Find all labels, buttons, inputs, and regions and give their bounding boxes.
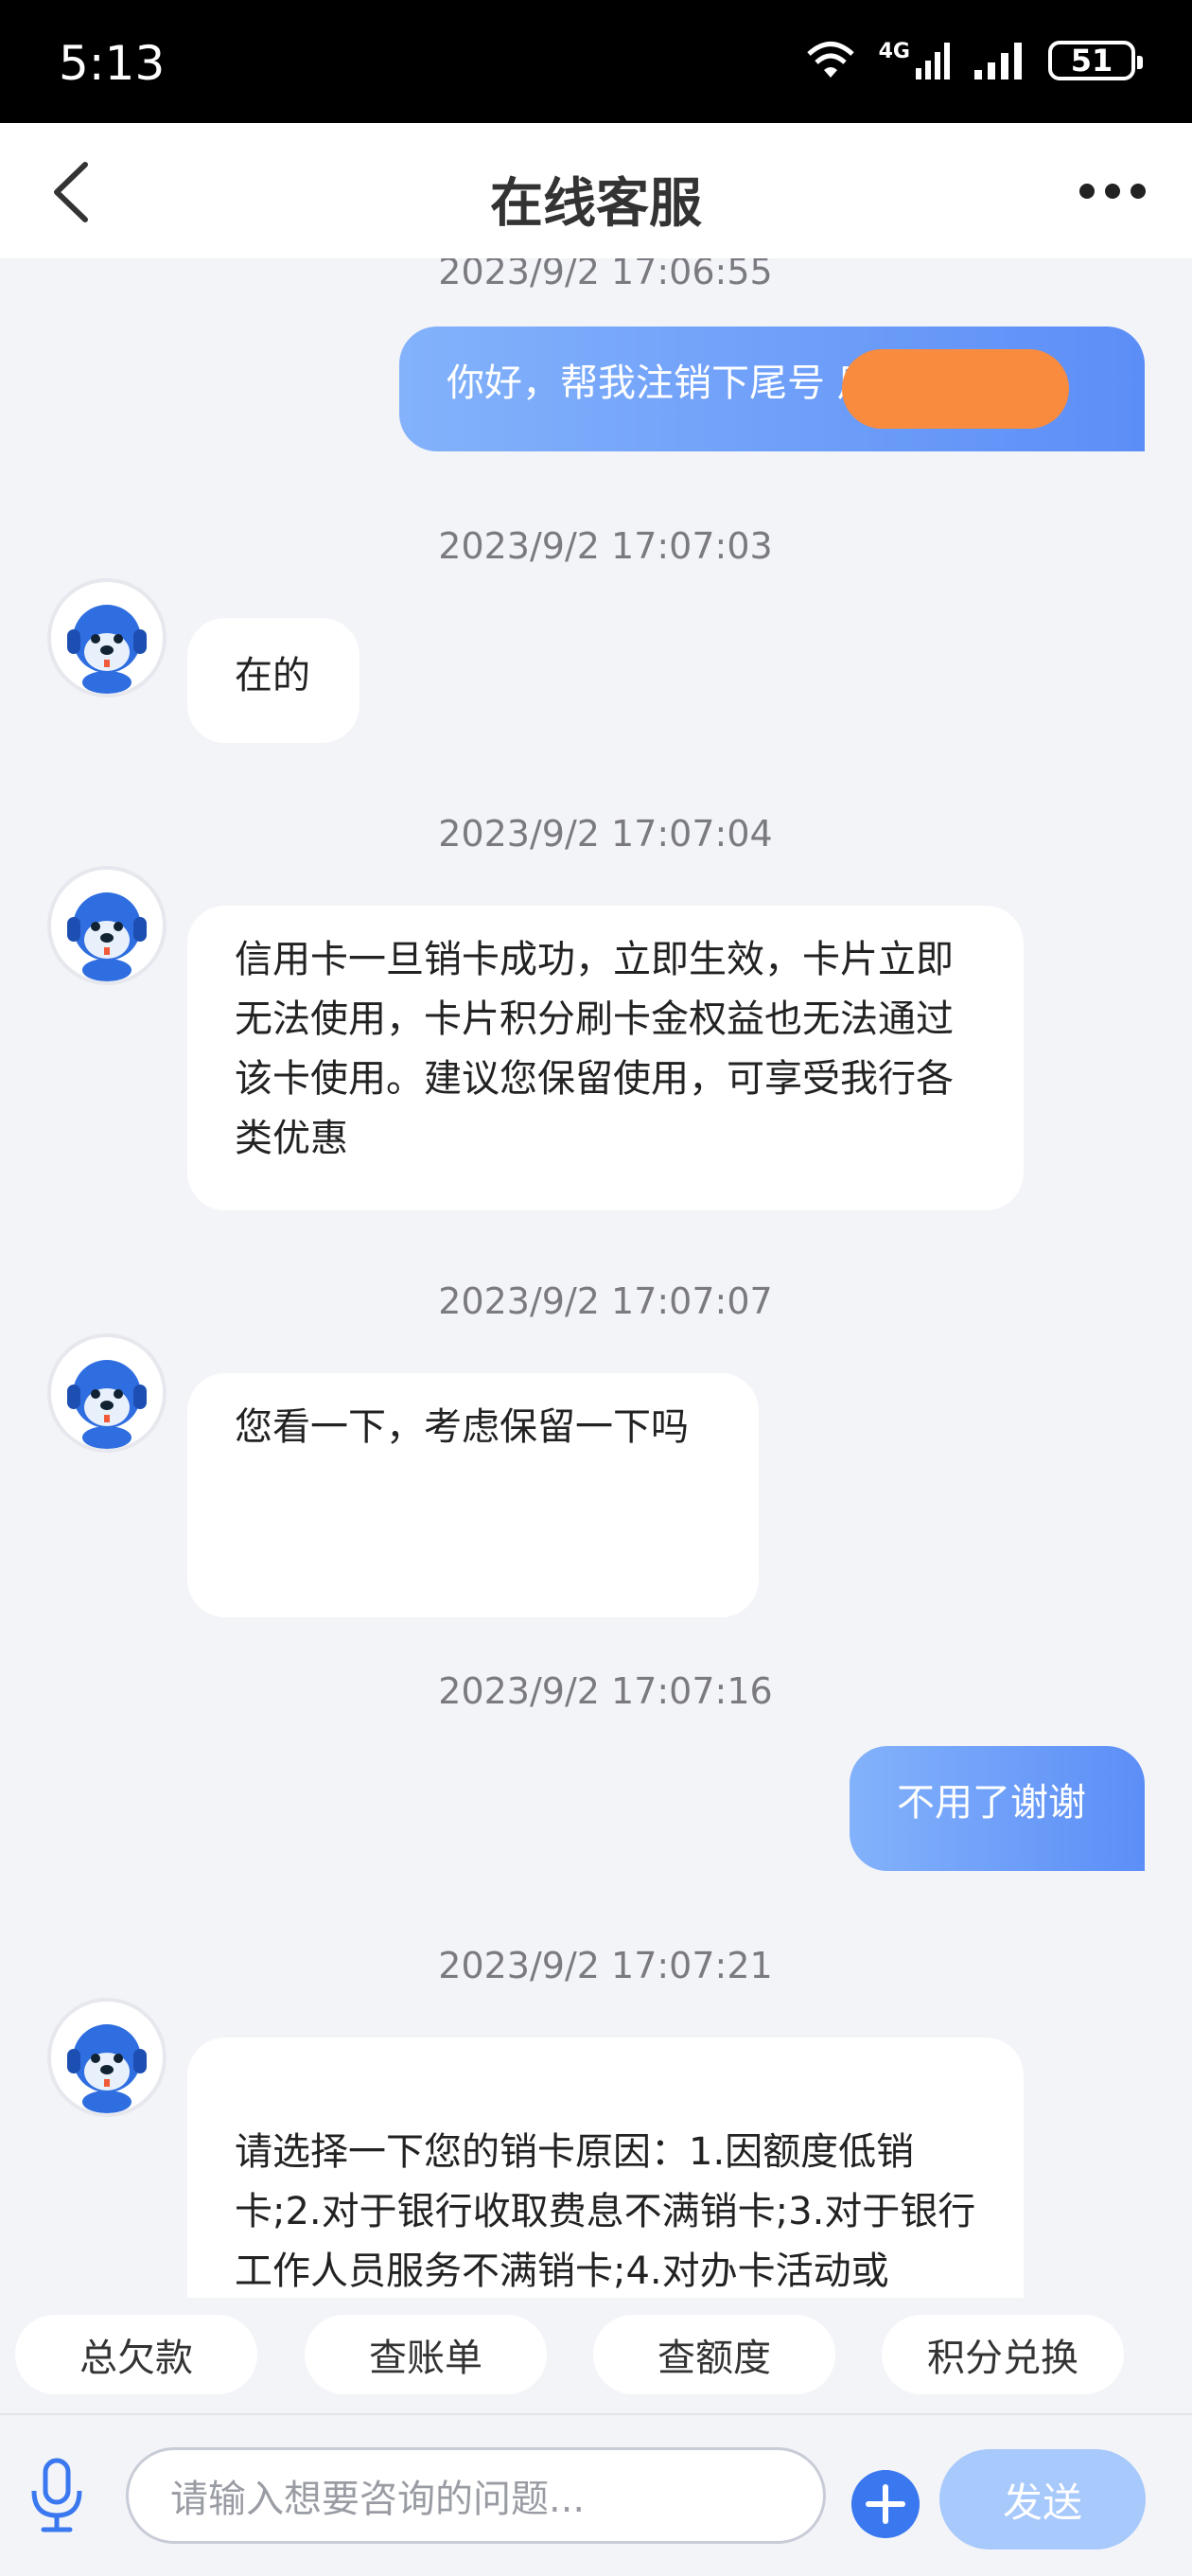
message-text: 在的 xyxy=(235,654,310,697)
message-bubble-outgoing[interactable]: 你好，帮我注销下尾号 用卡 xyxy=(399,326,1145,451)
status-time: 5:13 xyxy=(59,36,166,91)
quick-action-total-debt[interactable]: 总欠款 xyxy=(15,2315,257,2394)
status-bar: 5:13 4G 51 xyxy=(0,0,1192,123)
message-bubble-incoming[interactable]: 在的 xyxy=(187,618,359,743)
quick-action-bill[interactable]: 查账单 xyxy=(305,2315,547,2394)
cellular-signal-icon xyxy=(974,43,1022,79)
message-text: 信用卡一旦销卡成功，立即生效，卡片立即无法使用，卡片积分刷卡金权益也无法通过该卡… xyxy=(235,938,954,1160)
agent-avatar xyxy=(47,1998,167,2117)
wifi-icon xyxy=(806,42,854,78)
message-timestamp: 2023/9/2 17:07:21 xyxy=(438,1945,773,1986)
message-bubble-incoming[interactable]: 您看一下，考虑保留一下吗 xyxy=(187,1373,759,1617)
message-bubble-outgoing[interactable]: 不用了谢谢 xyxy=(850,1746,1145,1871)
input-bar: 请输入想要咨询的问题... 发送 xyxy=(0,2413,1192,2576)
more-dots-icon[interactable] xyxy=(1078,172,1147,210)
agent-avatar xyxy=(47,866,167,985)
agent-avatar xyxy=(47,1333,167,1453)
microphone-icon[interactable] xyxy=(26,2457,87,2534)
redaction-mark xyxy=(842,349,1069,429)
battery-level: 51 xyxy=(1070,43,1113,79)
quick-actions-bar: 总欠款 查账单 查额度 积分兑换 xyxy=(0,2298,1192,2413)
network-type-label: 4G xyxy=(878,39,910,63)
status-icons: 4G 51 xyxy=(803,39,1143,81)
cellular-signal-icon xyxy=(916,43,950,79)
message-input[interactable]: 请输入想要咨询的问题... xyxy=(126,2447,826,2544)
message-text: 不用了谢谢 xyxy=(897,1781,1086,1825)
message-timestamp: 2023/9/2 17:07:03 xyxy=(438,525,773,567)
message-text: 您看一下，考虑保留一下吗 xyxy=(235,1405,689,1449)
chat-area[interactable]: 2023/9/2 17:06:55 你好，帮我注销下尾号 用卡 2023/9/2… xyxy=(0,258,1192,2298)
message-timestamp: 2023/9/2 17:07:16 xyxy=(438,1670,773,1712)
quick-action-points[interactable]: 积分兑换 xyxy=(882,2315,1124,2394)
battery-icon: 51 xyxy=(1048,41,1143,80)
message-input-placeholder: 请输入想要咨询的问题... xyxy=(170,2478,586,2521)
message-text: 请选择一下您的销卡原因：1.因额度低销卡;2.对于银行收取费息不满销卡;3.对于… xyxy=(235,2130,976,2293)
message-timestamp: 2023/9/2 17:06:55 xyxy=(438,258,773,292)
message-timestamp: 2023/9/2 17:07:04 xyxy=(438,813,773,855)
page-title: 在线客服 xyxy=(490,173,702,235)
message-bubble-incoming[interactable]: 信用卡一旦销卡成功，立即生效，卡片立即无法使用，卡片积分刷卡金权益也无法通过该卡… xyxy=(187,906,1024,1210)
quick-action-credit-limit[interactable]: 查额度 xyxy=(593,2315,835,2394)
agent-avatar xyxy=(47,578,167,697)
message-bubble-incoming[interactable]: 请选择一下您的销卡原因：1.因额度低销卡;2.对于银行收取费息不满销卡;3.对于… xyxy=(187,2038,1024,2298)
send-button[interactable]: 发送 xyxy=(939,2449,1146,2550)
message-timestamp: 2023/9/2 17:07:07 xyxy=(438,1280,773,1322)
plus-icon[interactable] xyxy=(851,2470,920,2538)
nav-bar: 在线客服 xyxy=(0,123,1192,258)
